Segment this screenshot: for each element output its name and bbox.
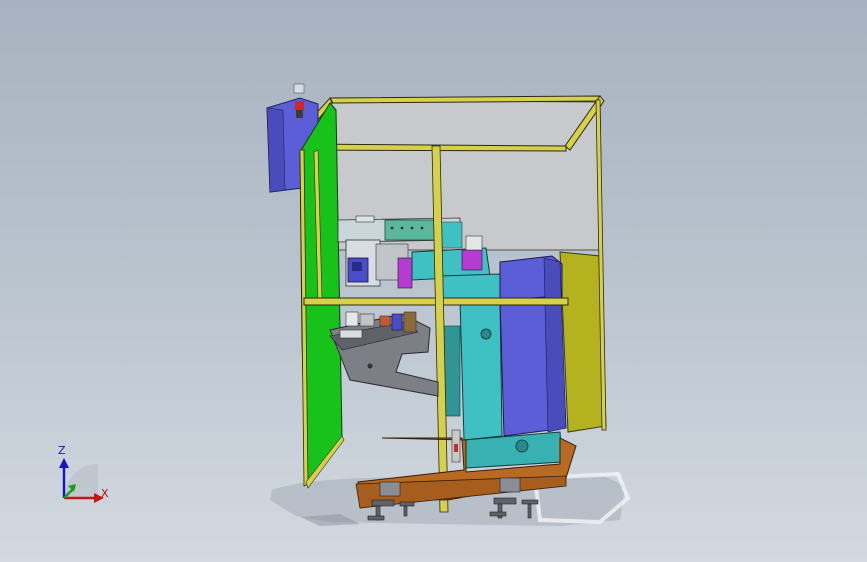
x-axis-label: X	[101, 487, 109, 500]
z-axis-label: Z	[58, 444, 66, 457]
blue-servo-cabinet	[499, 255, 567, 437]
machine-assembly-model[interactable]	[0, 0, 867, 562]
cad-viewport[interactable]: Z X	[0, 0, 867, 562]
z-axis-arrowhead	[59, 458, 69, 468]
left-green-door	[299, 102, 343, 487]
orientation-triad	[59, 458, 104, 503]
pick-head-assembly	[345, 239, 413, 289]
